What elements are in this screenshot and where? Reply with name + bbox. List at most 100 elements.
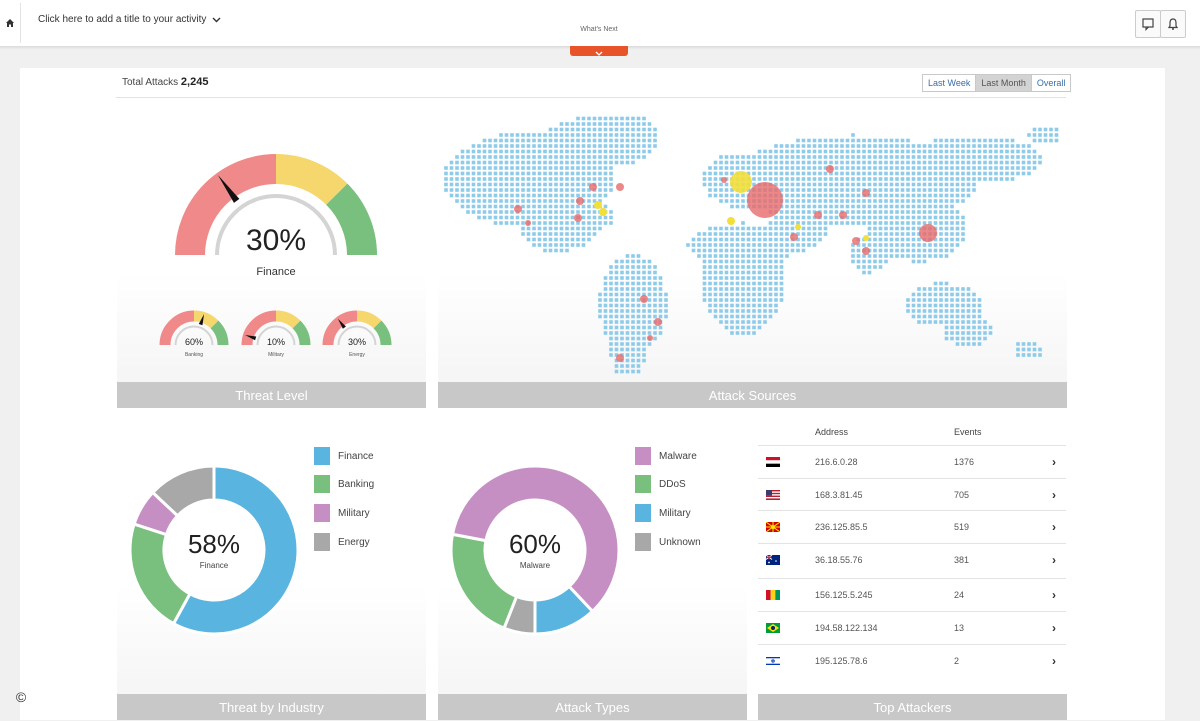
attack-marker[interactable] — [795, 224, 801, 230]
map-dot — [730, 166, 734, 170]
attack-marker[interactable] — [730, 171, 752, 193]
attacker-row[interactable]: 236.125.85.5 519 › — [758, 510, 1066, 543]
attack-marker[interactable] — [721, 177, 727, 183]
map-dot — [713, 232, 718, 236]
notification-button[interactable] — [1160, 10, 1186, 38]
map-dot — [939, 155, 943, 159]
attack-marker[interactable] — [790, 233, 798, 241]
legend-banking[interactable]: Banking — [314, 475, 374, 493]
legend-malware[interactable]: Malware — [635, 447, 697, 465]
attack-marker[interactable] — [599, 208, 607, 216]
map-dot — [796, 248, 800, 253]
attack-marker[interactable] — [574, 214, 582, 222]
attack-marker[interactable] — [589, 183, 597, 191]
attacker-row[interactable]: 194.58.122.134 13 › — [758, 611, 1066, 644]
map-dot — [499, 160, 503, 165]
map-dot — [796, 204, 800, 209]
map-dot — [543, 248, 547, 253]
range-last-month[interactable]: Last Month — [975, 75, 1031, 91]
attack-marker[interactable] — [862, 247, 870, 255]
map-dot — [757, 292, 762, 297]
map-dot — [697, 248, 701, 253]
attack-marker-large[interactable] — [747, 182, 783, 218]
map-dot — [862, 182, 866, 187]
attack-marker[interactable] — [640, 295, 648, 303]
map-dot — [521, 199, 525, 203]
attack-marker[interactable] — [654, 318, 662, 326]
legend-military[interactable]: Military — [314, 504, 370, 522]
map-dot — [537, 155, 542, 159]
map-dot — [779, 248, 784, 253]
map-dot — [576, 138, 580, 143]
map-dot — [603, 149, 608, 154]
world-map[interactable] — [438, 105, 1067, 382]
attacker-row[interactable]: 168.3.81.45 705 › — [758, 478, 1066, 511]
map-dot — [933, 303, 938, 308]
attacker-row[interactable]: 216.6.0.28 1376 › — [758, 445, 1066, 478]
map-dot — [818, 188, 822, 192]
map-dot — [1032, 155, 1037, 159]
attack-marker[interactable] — [862, 189, 870, 197]
map-dot — [779, 160, 784, 165]
map-dot — [966, 342, 971, 346]
range-overall[interactable]: Overall — [1030, 75, 1071, 91]
map-dot — [642, 358, 646, 363]
legend-unknown[interactable]: Unknown — [635, 533, 701, 551]
legend-military[interactable]: Military — [635, 504, 691, 522]
map-dot — [983, 144, 987, 148]
attacker-row[interactable]: 156.125.5.245 24 › — [758, 578, 1066, 611]
map-dot — [702, 298, 707, 302]
map-dot — [719, 292, 723, 297]
map-dot — [620, 265, 624, 269]
map-dot — [647, 276, 652, 280]
attack-marker[interactable] — [576, 197, 584, 205]
map-dot — [631, 342, 635, 346]
map-dot — [823, 138, 828, 143]
map-dot — [818, 149, 822, 154]
attack-marker[interactable] — [525, 220, 531, 226]
map-dot — [686, 243, 690, 247]
map-dot — [796, 171, 800, 176]
legend-ddos[interactable]: DDoS — [635, 475, 686, 493]
comment-button[interactable] — [1135, 10, 1161, 38]
attack-marker[interactable] — [919, 224, 937, 242]
map-dot — [647, 309, 652, 313]
map-dot — [950, 303, 954, 308]
home-button[interactable] — [0, 3, 21, 43]
attack-marker[interactable] — [863, 235, 869, 241]
map-dot — [603, 325, 608, 330]
map-dot — [735, 166, 740, 170]
map-dot — [955, 232, 960, 236]
map-dot — [867, 177, 872, 181]
whats-next-tab[interactable] — [570, 46, 628, 56]
map-dot — [532, 215, 536, 220]
map-dot — [834, 171, 839, 176]
map-dot — [972, 182, 976, 187]
attack-marker[interactable] — [727, 217, 735, 225]
map-dot — [614, 336, 619, 341]
attack-marker[interactable] — [616, 183, 624, 191]
attack-marker[interactable] — [616, 354, 624, 362]
attack-marker[interactable] — [647, 335, 653, 341]
attack-marker[interactable] — [814, 211, 822, 219]
map-dot — [917, 171, 921, 176]
attack-marker[interactable] — [514, 205, 522, 213]
map-dot — [488, 193, 492, 198]
map-dot — [537, 133, 542, 137]
attack-marker[interactable] — [826, 165, 834, 173]
legend-finance[interactable]: Finance — [314, 447, 374, 465]
map-dot — [614, 342, 619, 346]
map-dot — [972, 303, 976, 308]
map-dot — [774, 243, 778, 247]
legend-energy[interactable]: Energy — [314, 533, 370, 551]
map-dot — [922, 188, 927, 192]
attacker-row[interactable]: 195.125.78.6 2 › — [758, 644, 1066, 677]
attack-marker[interactable] — [839, 211, 847, 219]
attack-marker[interactable] — [852, 237, 860, 245]
attacker-row[interactable]: 36.18.55.76 381 › — [758, 543, 1066, 576]
map-dot — [972, 171, 976, 176]
attack-marker[interactable] — [594, 201, 602, 209]
range-last-week[interactable]: Last Week — [923, 75, 976, 91]
activity-title[interactable]: Click here to add a title to your activi… — [38, 14, 221, 25]
map-dot — [730, 292, 734, 297]
